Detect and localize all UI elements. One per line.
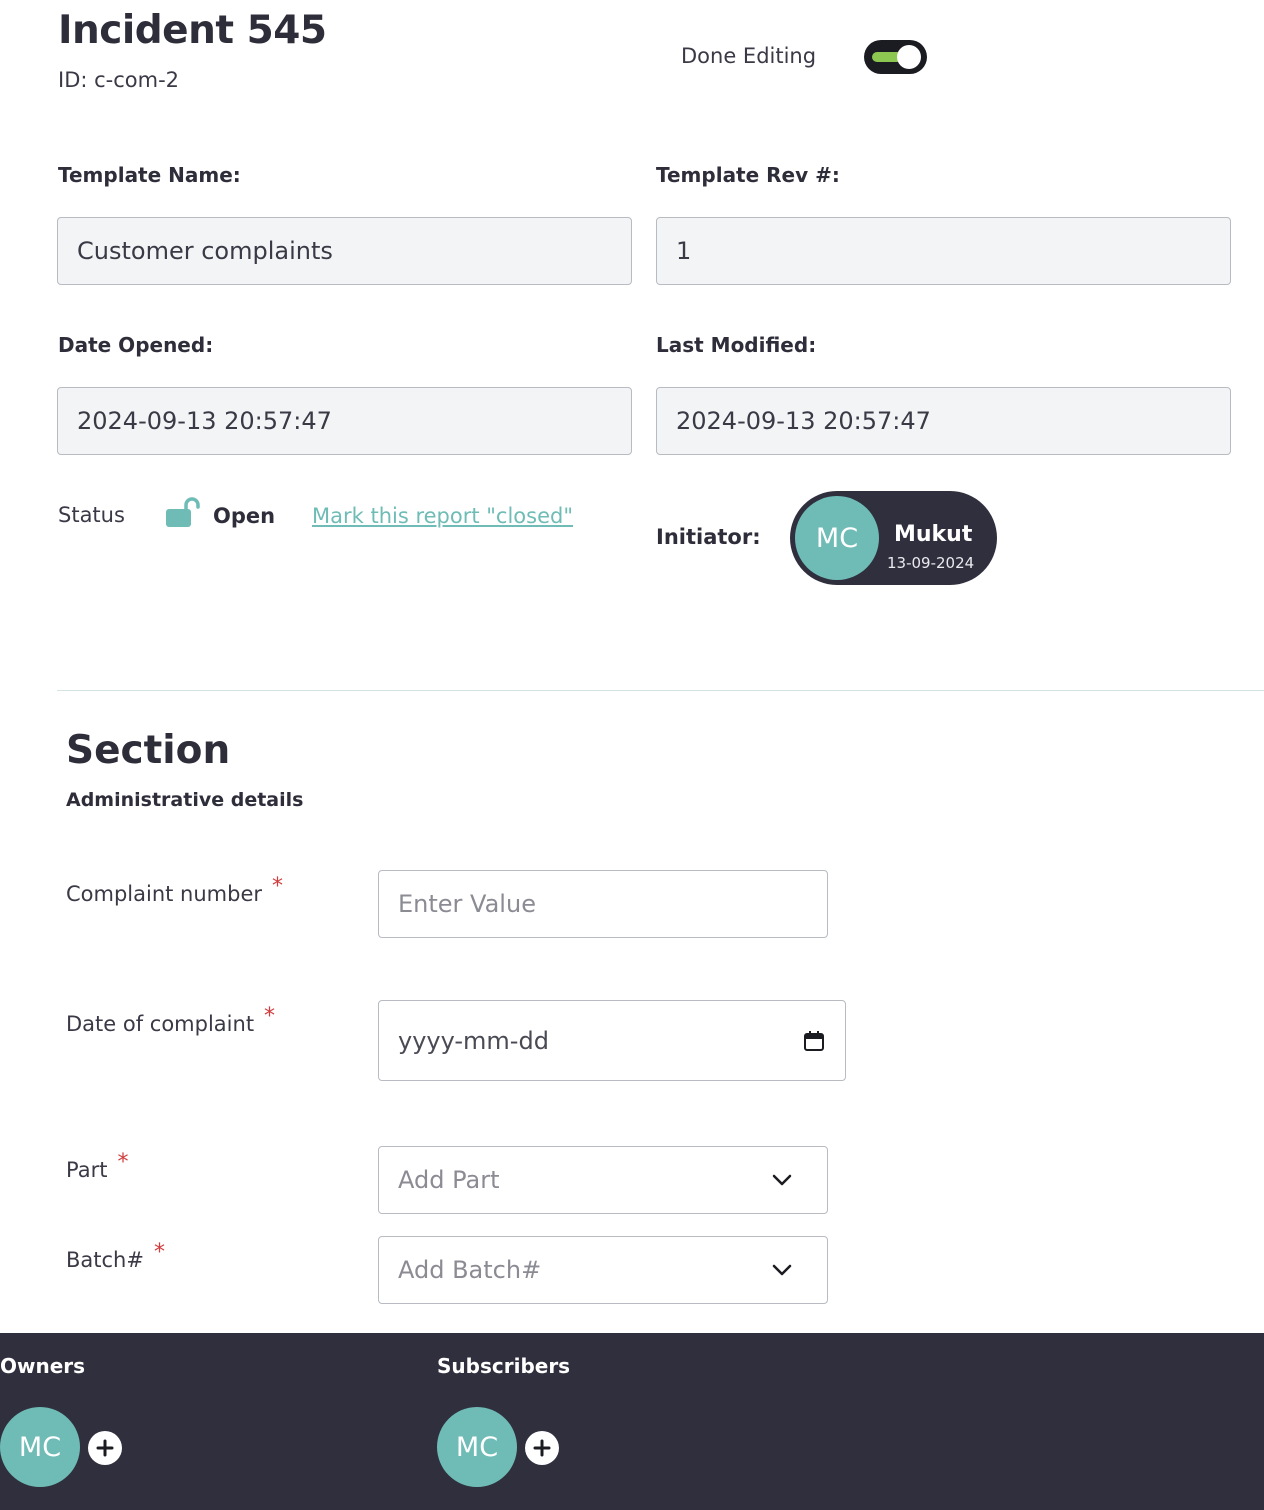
page-title: Incident 545	[58, 8, 327, 53]
complaint-number-input[interactable]: Enter Value	[378, 870, 828, 938]
status-value: Open	[213, 504, 276, 528]
complaint-number-label-text: Complaint number	[66, 882, 263, 906]
owner-avatar[interactable]: MC	[0, 1407, 80, 1487]
batch-label-text: Batch#	[66, 1248, 144, 1272]
section-subtitle: Administrative details	[66, 789, 304, 811]
last-modified-value: 2024-09-13 20:57:47	[676, 407, 931, 435]
last-modified-label: Last Modified:	[656, 333, 817, 357]
date-of-complaint-label: Date of complaint *	[66, 1004, 275, 1037]
date-of-complaint-input[interactable]: yyyy-mm-dd	[378, 1000, 846, 1081]
subscribers-heading: Subscribers	[437, 1354, 571, 1378]
initiator-label: Initiator:	[656, 525, 761, 549]
toggle-knob	[897, 45, 921, 69]
date-opened-value: 2024-09-13 20:57:47	[77, 407, 332, 435]
template-name-label: Template Name:	[58, 163, 241, 187]
footer-panel: Owners MC Subscribers MC	[0, 1333, 1264, 1510]
chevron-down-icon	[771, 1263, 793, 1277]
divider	[57, 690, 1264, 691]
mark-closed-link[interactable]: Mark this report "closed"	[312, 504, 573, 528]
template-rev-field: 1	[656, 217, 1231, 285]
complaint-number-label: Complaint number *	[66, 874, 283, 907]
initiator-date: 13-09-2024	[887, 554, 975, 572]
section-title: Section	[66, 728, 231, 773]
complaint-number-placeholder: Enter Value	[398, 890, 536, 918]
initiator-name: Mukut	[894, 522, 973, 547]
chevron-down-icon	[771, 1173, 793, 1187]
required-marker: *	[264, 1004, 276, 1029]
done-editing-toggle[interactable]	[864, 40, 927, 74]
calendar-icon[interactable]	[803, 1030, 825, 1052]
part-placeholder: Add Part	[398, 1166, 500, 1194]
batch-label: Batch# *	[66, 1240, 165, 1273]
initiator-chip: MC Mukut 13-09-2024	[790, 491, 997, 585]
required-marker: *	[153, 1240, 165, 1265]
date-opened-field: 2024-09-13 20:57:47	[57, 387, 632, 455]
template-name-value: Customer complaints	[77, 237, 333, 265]
part-dropdown[interactable]: Add Part	[378, 1146, 828, 1214]
add-subscriber-button[interactable]	[525, 1431, 559, 1465]
template-rev-label: Template Rev #:	[656, 163, 840, 187]
batch-dropdown[interactable]: Add Batch#	[378, 1236, 828, 1304]
required-marker: *	[272, 874, 284, 899]
incident-id: ID: c-com-2	[58, 68, 180, 92]
status-label: Status	[58, 503, 125, 527]
plus-icon	[533, 1439, 551, 1457]
date-opened-label: Date Opened:	[58, 333, 214, 357]
date-of-complaint-placeholder: yyyy-mm-dd	[398, 1026, 549, 1055]
template-rev-value: 1	[676, 237, 692, 265]
part-label: Part *	[66, 1150, 128, 1183]
unlocked-padlock-icon	[164, 497, 200, 529]
part-label-text: Part	[66, 1158, 108, 1182]
date-of-complaint-label-text: Date of complaint	[66, 1012, 255, 1036]
owners-heading: Owners	[0, 1354, 86, 1378]
add-owner-button[interactable]	[88, 1431, 122, 1465]
batch-placeholder: Add Batch#	[398, 1256, 542, 1284]
required-marker: *	[117, 1150, 129, 1175]
last-modified-field: 2024-09-13 20:57:47	[656, 387, 1231, 455]
subscriber-avatar[interactable]: MC	[437, 1407, 517, 1487]
done-editing-label: Done Editing	[681, 44, 817, 68]
template-name-field: Customer complaints	[57, 217, 632, 285]
plus-icon	[96, 1439, 114, 1457]
avatar: MC	[795, 496, 879, 580]
